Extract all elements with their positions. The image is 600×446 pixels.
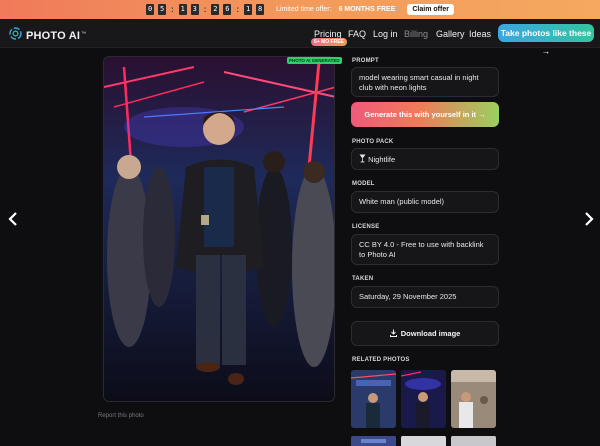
photo-pack-label: PHOTO PACK bbox=[352, 139, 394, 145]
taken-label: TAKEN bbox=[352, 276, 374, 282]
countdown-separator: : bbox=[171, 5, 174, 14]
related-photo-thumbnail[interactable] bbox=[451, 370, 496, 428]
model-label: MODEL bbox=[352, 181, 375, 187]
trademark-mark: ™ bbox=[81, 30, 87, 37]
taken-box: Saturday, 29 November 2025 bbox=[351, 286, 499, 308]
report-photo-link[interactable]: Report this photo bbox=[98, 413, 144, 419]
related-photo-thumbnail[interactable] bbox=[401, 435, 446, 446]
pricing-badge: 6+ MO FREE bbox=[311, 38, 347, 46]
related-photo-thumbnail[interactable] bbox=[401, 370, 446, 428]
countdown-digit: 6 bbox=[223, 4, 232, 15]
photo-pack-value: Nightlife bbox=[368, 155, 396, 164]
take-photos-button[interactable]: Take photos like these → bbox=[498, 24, 594, 56]
related-photo-thumbnail[interactable] bbox=[351, 435, 396, 446]
prompt-label: PROMPT bbox=[352, 58, 379, 64]
related-photo-thumbnail[interactable] bbox=[351, 370, 396, 428]
license-label: LICENSE bbox=[352, 224, 380, 230]
nav-gallery[interactable]: Gallery bbox=[436, 29, 465, 39]
photo-pack-box[interactable]: Nightlife bbox=[351, 148, 499, 170]
countdown-digit: 8 bbox=[256, 4, 265, 15]
countdown-separator: : bbox=[203, 5, 207, 14]
countdown-digit: 5 bbox=[158, 4, 167, 15]
next-arrow-icon[interactable] bbox=[584, 212, 596, 228]
related-photos-label: RELATED PHOTOS bbox=[352, 357, 410, 363]
countdown-digit: 1 bbox=[244, 4, 253, 15]
promo-bar: 0 5 : 1 3 : 2 6 : 1 8 Limited time offer… bbox=[0, 0, 600, 19]
license-box: CC BY 4.0 - Free to use with backlink to… bbox=[351, 234, 499, 265]
logo-swirl-icon bbox=[9, 27, 22, 45]
countdown-digit: 2 bbox=[211, 4, 220, 15]
generate-with-yourself-button[interactable]: Generate this with yourself in it → bbox=[351, 102, 499, 127]
cocktail-glass-icon bbox=[359, 154, 366, 166]
generated-photo[interactable] bbox=[103, 56, 335, 402]
download-icon bbox=[389, 323, 397, 346]
prompt-box: model wearing smart casual in night club… bbox=[351, 67, 499, 97]
previous-arrow-icon[interactable] bbox=[8, 212, 20, 228]
countdown-digit: 3 bbox=[190, 4, 199, 15]
logo-text: PHOTO AI bbox=[26, 30, 81, 42]
nav-login[interactable]: Log in bbox=[373, 29, 398, 39]
ai-generated-badge: PHOTO AI GENERATED bbox=[287, 57, 342, 64]
nav-billing[interactable]: Billing bbox=[404, 29, 428, 39]
model-box: White man (public model) bbox=[351, 191, 499, 213]
download-image-button[interactable]: Download image bbox=[351, 321, 499, 346]
download-label: Download image bbox=[400, 329, 461, 338]
countdown-separator: : bbox=[236, 5, 240, 14]
related-photo-thumbnail[interactable] bbox=[451, 435, 496, 446]
promo-highlight: 6 MONTHS FREE bbox=[338, 6, 396, 13]
promo-text: Limited time offer: bbox=[276, 6, 332, 13]
countdown-digit: 1 bbox=[178, 4, 187, 15]
logo[interactable]: PHOTO AI ™ bbox=[9, 27, 86, 45]
nav-ideas[interactable]: Ideas bbox=[469, 29, 491, 39]
claim-offer-button[interactable]: Claim offer bbox=[407, 4, 454, 15]
nav-faq[interactable]: FAQ bbox=[348, 29, 366, 39]
countdown-digit: 0 bbox=[146, 4, 155, 15]
